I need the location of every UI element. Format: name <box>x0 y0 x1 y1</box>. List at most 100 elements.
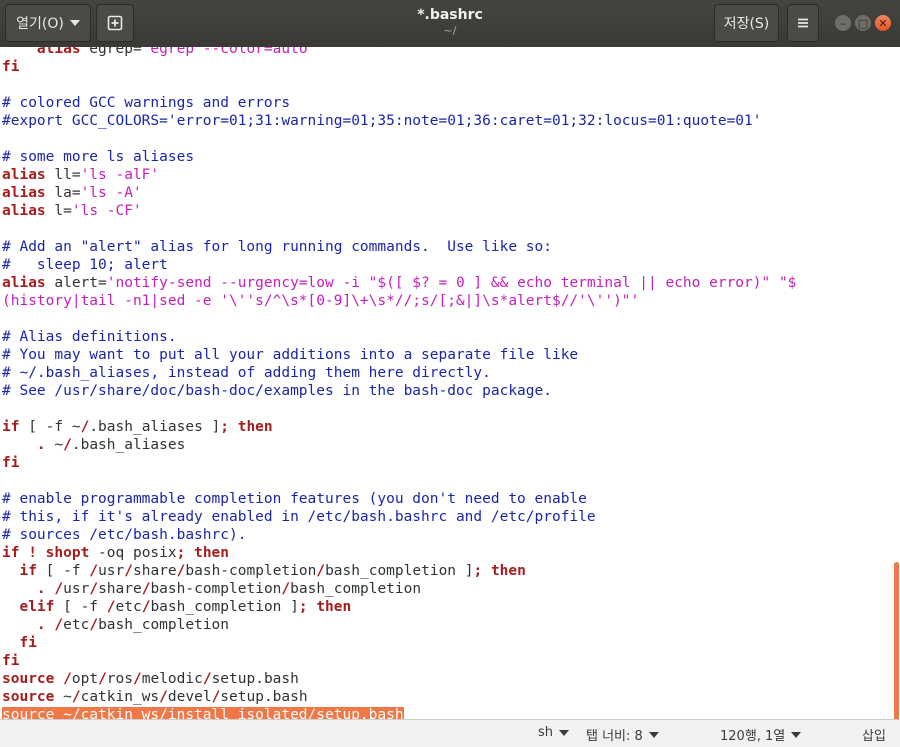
insert-mode-indicator: 삽입 <box>862 725 886 744</box>
keyword-token: / <box>89 617 99 633</box>
code-line[interactable]: . ~/.bash_aliases <box>2 436 796 454</box>
new-document-button[interactable] <box>96 4 134 42</box>
code-token: usr <box>98 563 125 579</box>
string-token: 'ls -alF' <box>80 167 160 183</box>
chevron-down-icon <box>791 731 802 738</box>
close-button[interactable]: ✕ <box>875 15 891 31</box>
code-line[interactable]: alias egrep='egrep --color=auto' <box>2 47 796 58</box>
code-token: [ -f <box>54 599 107 615</box>
comment-token: # See /usr/share/doc/bash-doc/examples i… <box>2 383 552 399</box>
text-editor[interactable]: alias egrep='egrep --color=auto'fi​# col… <box>0 47 900 719</box>
code-line[interactable]: # sources /etc/bash.bashrc). <box>2 526 796 544</box>
code-line[interactable]: if [ -f /usr/share/bash-completion/bash_… <box>2 562 796 580</box>
keyword-token: ; then <box>298 599 352 615</box>
code-line[interactable]: # See /usr/share/doc/bash-doc/examples i… <box>2 382 796 400</box>
code-token: etc <box>63 617 90 633</box>
keyword-token: / <box>71 689 81 705</box>
maximize-button[interactable]: □ <box>855 15 871 31</box>
code-line[interactable]: source /opt/ros/melodic/setup.bash <box>2 670 796 688</box>
code-line[interactable]: # colored GCC warnings and errors <box>2 94 796 112</box>
comment-token: # Add an "alert" alias for long running … <box>2 239 552 255</box>
comment-token: # Alias definitions. <box>2 329 177 345</box>
code-line[interactable]: elif [ -f /etc/bash_completion ]; then <box>2 598 796 616</box>
code-token: setup.bash <box>220 689 308 705</box>
code-line[interactable]: source ~/catkin_ws/devel/setup.bash <box>2 688 796 706</box>
code-line[interactable]: ​ <box>2 400 796 418</box>
code-token: opt <box>71 671 99 687</box>
comment-token: # sleep 10; alert <box>2 257 168 273</box>
code-line[interactable]: # some more ls aliases <box>2 148 796 166</box>
keyword-token: if <box>19 563 37 579</box>
code-line[interactable]: # enable programmable completion feature… <box>2 490 796 508</box>
code-token: egrep= <box>80 47 142 57</box>
code-line[interactable]: # this, if it's already enabled in /etc/… <box>2 508 796 526</box>
code-line[interactable]: . /usr/share/bash-completion/bash_comple… <box>2 580 796 598</box>
save-button[interactable]: 저장(S) <box>714 4 779 42</box>
code-line[interactable]: . /etc/bash_completion <box>2 616 796 634</box>
code-token: bash_completion <box>98 617 230 633</box>
code-line[interactable]: alias l='ls -CF' <box>2 202 796 220</box>
save-button-label: 저장(S) <box>723 16 770 32</box>
code-token: bash_completion ] <box>325 563 474 579</box>
cursor-position-label: 120행, 1열 <box>720 729 786 744</box>
code-line[interactable]: fi <box>2 634 796 652</box>
open-button[interactable]: 열기(O) <box>5 4 91 42</box>
code-token: .bash_aliases ] <box>89 419 221 435</box>
code-line[interactable]: ​ <box>2 310 796 328</box>
code-line[interactable]: if [ -f ~/.bash_aliases ]; then <box>2 418 796 436</box>
code-line[interactable]: fi <box>2 58 796 76</box>
minimize-button[interactable]: – <box>835 15 851 31</box>
tab-width-selector[interactable]: 탭 너비: 8 <box>586 725 659 744</box>
code-line[interactable]: # ~/.bash_aliases, instead of adding the… <box>2 364 796 382</box>
code-line[interactable]: fi <box>2 652 796 670</box>
code-token: etc <box>115 599 142 615</box>
language-selector[interactable]: sh <box>538 725 570 740</box>
code-token: la= <box>45 185 81 201</box>
code-token: ll= <box>45 167 81 183</box>
comment-token: # some more ls aliases <box>2 149 195 165</box>
maximize-icon: □ <box>857 16 869 30</box>
code-line[interactable]: # Alias definitions. <box>2 328 796 346</box>
code-line[interactable]: fi <box>2 454 796 472</box>
open-button-label: 열기(O) <box>16 16 64 32</box>
keyword-token: fi <box>2 653 20 669</box>
status-bar: sh 탭 너비: 8 120행, 1열 삽입 <box>0 719 900 747</box>
code-line[interactable]: # sleep 10; alert <box>2 256 796 274</box>
code-line[interactable]: alias ll='ls -alF' <box>2 166 796 184</box>
keyword-token: alias <box>2 185 46 201</box>
code-line[interactable]: alias alert='notify-send --urgency=low -… <box>2 274 796 292</box>
code-line[interactable]: #export GCC_COLORS='error=01;31:warning=… <box>2 112 796 130</box>
code-token: [ -f ~ <box>19 419 81 435</box>
code-line[interactable]: (history|tail -n1|sed -e '\''s/^\s*[0-9]… <box>2 292 796 310</box>
code-line[interactable]: # You may want to put all your additions… <box>2 346 796 364</box>
comment-token: # sources /etc/bash.bashrc). <box>2 527 247 543</box>
code-view[interactable]: alias egrep='egrep --color=auto'fi​# col… <box>2 47 796 719</box>
code-token: [ -f <box>36 563 90 579</box>
code-line[interactable]: source ~/catkin_ws/install_isolated/setu… <box>2 706 796 719</box>
code-token: catkin_ws <box>80 689 160 705</box>
menu-button[interactable] <box>787 4 819 42</box>
code-token: alert= <box>45 275 107 291</box>
keyword-token: source <box>2 671 55 687</box>
tab-width-label: 탭 너비: 8 <box>586 729 643 744</box>
code-line[interactable]: alias la='ls -A' <box>2 184 796 202</box>
vertical-scrollbar[interactable] <box>894 562 899 719</box>
string-token: (history|tail -n1|sed -e '\''s/^\s*[0-9]… <box>2 293 640 309</box>
code-line[interactable]: ​ <box>2 130 796 148</box>
code-token: l= <box>45 203 72 219</box>
keyword-token: / <box>54 581 64 597</box>
keyword-token: . <box>36 581 46 597</box>
code-line[interactable]: ​ <box>2 76 796 94</box>
code-line[interactable]: if ! shopt -oq posix; then <box>2 544 796 562</box>
keyword-token: ; then <box>220 419 273 435</box>
keyword-token: / <box>106 599 116 615</box>
code-line[interactable]: ​ <box>2 220 796 238</box>
keyword-token: / <box>133 671 142 687</box>
code-line[interactable]: ​ <box>2 472 796 490</box>
code-line[interactable]: # Add an "alert" alias for long running … <box>2 238 796 256</box>
cursor-position-selector[interactable]: 120행, 1열 <box>720 725 802 744</box>
